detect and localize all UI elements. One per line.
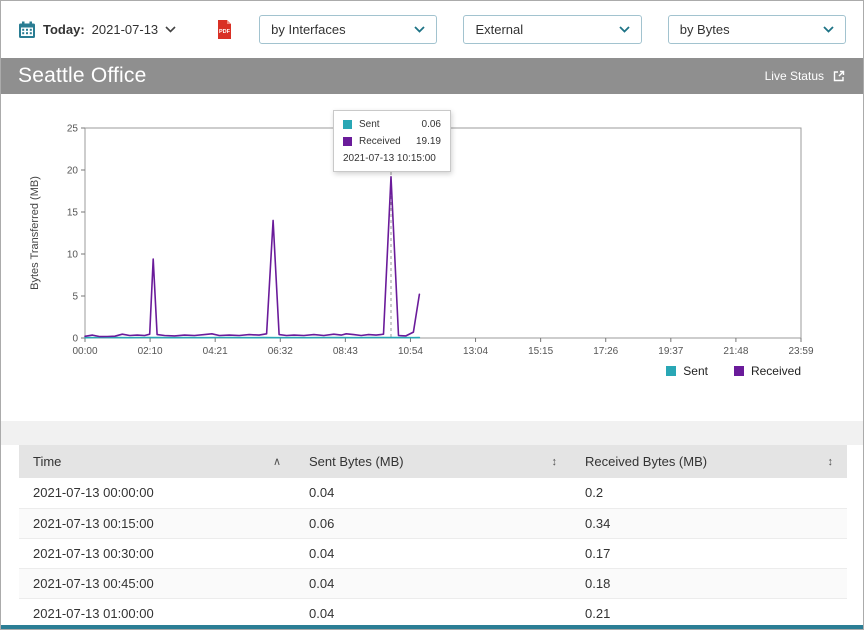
table-cell: 0.06	[295, 508, 571, 538]
svg-text:10: 10	[67, 250, 79, 261]
group-by-dropdown[interactable]: by Interfaces	[259, 15, 437, 44]
tooltip-series-name: Received	[359, 136, 401, 147]
table-row: 2021-07-13 00:30:000.040.17	[19, 538, 847, 568]
tooltip-timestamp: 2021-07-13 10:15:00	[343, 153, 441, 164]
table-row: 2021-07-13 00:45:000.040.18	[19, 568, 847, 598]
column-header-received-bytes-mb[interactable]: Received Bytes (MB) ↕	[571, 445, 847, 478]
table-cell: 0.04	[295, 568, 571, 598]
page-title: Seattle Office	[18, 64, 146, 88]
svg-text:19:37: 19:37	[658, 346, 683, 357]
tooltip-series-value: 0.06	[422, 119, 441, 130]
date-label: Today:	[43, 22, 85, 37]
column-header-sent-bytes-mb[interactable]: Sent Bytes (MB) ↕	[295, 445, 571, 478]
column-label: Sent Bytes (MB)	[309, 454, 404, 469]
chart-legend: Sent Received	[1, 364, 863, 378]
svg-text:21:48: 21:48	[723, 346, 748, 357]
table-cell: 0.2	[571, 478, 847, 508]
table-header-row: Time∧Sent Bytes (MB)↕Received Bytes (MB)…	[19, 445, 847, 478]
table-cell: 2021-07-13 01:00:00	[19, 598, 295, 628]
table-cell: 2021-07-13 00:30:00	[19, 538, 295, 568]
table-cell: 0.04	[295, 538, 571, 568]
sort-asc-icon[interactable]: ∧	[273, 455, 281, 468]
table-row: 2021-07-13 01:00:000.040.21	[19, 598, 847, 628]
table-cell: 0.04	[295, 478, 571, 508]
table-cell: 0.34	[571, 508, 847, 538]
chevron-down-icon	[414, 26, 425, 33]
external-link-icon	[832, 69, 846, 83]
metric-value: by Bytes	[680, 22, 730, 37]
svg-text:0: 0	[72, 334, 78, 345]
sent-swatch	[343, 120, 352, 129]
svg-text:00:00: 00:00	[72, 346, 97, 357]
column-label: Time	[33, 454, 61, 469]
table-cell: 0.17	[571, 538, 847, 568]
table-row: 2021-07-13 00:00:000.040.2	[19, 478, 847, 508]
toolbar: Today: 2021-07-13 PDF by Interfaces Exte…	[1, 1, 863, 58]
column-header-time[interactable]: Time ∧	[19, 445, 295, 478]
chart-tooltip: Sent 0.06 Received 19.19 2021-07-13 10:15:00	[333, 110, 451, 172]
chart-section: 0 5 10 15 20 25 00:00 02:10 04:21 06:32 08:43 10:54…	[1, 94, 863, 421]
svg-text:13:04: 13:04	[463, 346, 488, 357]
section-divider	[1, 421, 863, 445]
metric-dropdown[interactable]: by Bytes	[668, 15, 846, 44]
bottom-accent-bar	[1, 625, 863, 629]
live-status-link[interactable]: Live Status	[765, 69, 846, 83]
table-cell: 2021-07-13 00:15:00	[19, 508, 295, 538]
svg-text:06:32: 06:32	[268, 346, 293, 357]
tooltip-series-name: Sent	[359, 119, 380, 130]
pdf-icon: PDF	[216, 19, 233, 40]
legend-label: Received	[751, 364, 801, 378]
date-value: 2021-07-13	[92, 22, 159, 37]
svg-text:Bytes Transferred (MB): Bytes Transferred (MB)	[29, 176, 41, 290]
received-swatch	[343, 137, 352, 146]
tooltip-row: Sent 0.06	[343, 119, 441, 130]
svg-text:PDF: PDF	[219, 29, 231, 35]
traffic-filter-dropdown[interactable]: External	[463, 15, 641, 44]
table-cell: 2021-07-13 00:00:00	[19, 478, 295, 508]
tooltip-row: Received 19.19	[343, 136, 441, 147]
calendar-icon	[18, 21, 36, 39]
svg-text:5: 5	[72, 292, 78, 303]
live-status-label: Live Status	[765, 69, 824, 83]
svg-text:15: 15	[67, 208, 79, 219]
traffic-filter-value: External	[475, 22, 523, 37]
svg-text:17:26: 17:26	[593, 346, 618, 357]
table-cell: 0.04	[295, 598, 571, 628]
column-label: Received Bytes (MB)	[585, 454, 707, 469]
table-cell: 2021-07-13 00:45:00	[19, 568, 295, 598]
chevron-down-icon	[619, 26, 630, 33]
sort-both-icon[interactable]: ↕	[828, 456, 834, 468]
legend-label: Sent	[683, 364, 708, 378]
tooltip-series-value: 19.19	[416, 136, 441, 147]
chevron-down-icon	[165, 26, 176, 33]
legend-item-received[interactable]: Received	[734, 364, 801, 378]
netflow-dashboard: Today: 2021-07-13 PDF by Interfaces Exte…	[0, 0, 864, 630]
chevron-down-icon	[823, 26, 834, 33]
svg-text:08:43: 08:43	[333, 346, 358, 357]
legend-item-sent[interactable]: Sent	[666, 364, 708, 378]
svg-text:02:10: 02:10	[138, 346, 163, 357]
sent-legend-swatch	[666, 366, 676, 376]
section-header: Seattle Office Live Status	[1, 58, 863, 94]
table-row: 2021-07-13 00:15:000.060.34	[19, 508, 847, 538]
svg-text:04:21: 04:21	[203, 346, 228, 357]
svg-text:20: 20	[67, 166, 79, 177]
table-cell: 0.18	[571, 568, 847, 598]
svg-text:10:54: 10:54	[398, 346, 423, 357]
date-picker[interactable]: Today: 2021-07-13	[18, 21, 176, 39]
table-cell: 0.21	[571, 598, 847, 628]
sort-both-icon[interactable]: ↕	[552, 456, 558, 468]
traffic-table: Time∧Sent Bytes (MB)↕Received Bytes (MB)…	[19, 445, 847, 629]
svg-text:15:15: 15:15	[528, 346, 553, 357]
svg-text:23:59: 23:59	[788, 346, 813, 357]
received-legend-swatch	[734, 366, 744, 376]
pdf-export-button[interactable]: PDF	[216, 19, 233, 40]
group-by-value: by Interfaces	[271, 22, 345, 37]
svg-text:25: 25	[67, 124, 79, 135]
